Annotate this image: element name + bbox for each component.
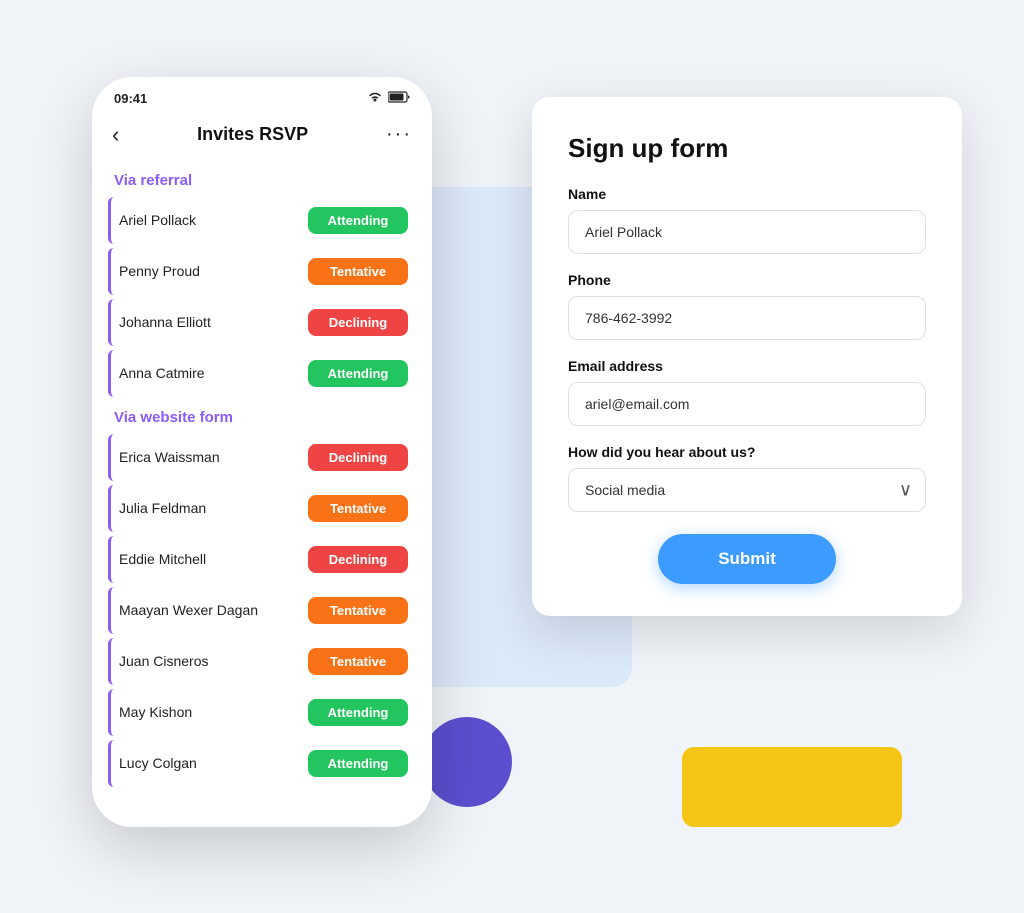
submit-button[interactable]: Submit	[658, 534, 836, 584]
status-badge: Attending	[308, 207, 408, 234]
phone-input[interactable]	[568, 296, 926, 340]
menu-button[interactable]: ···	[386, 123, 412, 146]
status-badge: Tentative	[308, 258, 408, 285]
email-field-group: Email address	[568, 358, 926, 426]
list-item: May Kishon Attending	[108, 689, 416, 736]
phone-header: ‹ Invites RSVP ···	[92, 112, 432, 156]
section-label-referral: Via referral	[114, 172, 416, 189]
status-badge: Tentative	[308, 597, 408, 624]
section-label-website: Via website form	[114, 409, 416, 426]
list-item: Ariel Pollack Attending	[108, 197, 416, 244]
invite-name: May Kishon	[119, 704, 192, 720]
deco-yellow-rect	[682, 747, 902, 827]
list-item: Maayan Wexer Dagan Tentative	[108, 587, 416, 634]
status-badge: Attending	[308, 750, 408, 777]
website-list: Erica Waissman Declining Julia Feldman T…	[108, 434, 416, 787]
status-icons	[367, 91, 410, 106]
list-item: Julia Feldman Tentative	[108, 485, 416, 532]
form-title: Sign up form	[568, 133, 926, 164]
invite-name: Erica Waissman	[119, 449, 220, 465]
phone-label: Phone	[568, 272, 926, 288]
invite-name: Anna Catmire	[119, 365, 205, 381]
phone-content: Via referral Ariel Pollack Attending Pen…	[92, 156, 432, 827]
wifi-icon	[367, 91, 383, 106]
name-field-group: Name	[568, 186, 926, 254]
phone-title: Invites RSVP	[197, 124, 308, 145]
referral-list: Ariel Pollack Attending Penny Proud Tent…	[108, 197, 416, 397]
list-item: Johanna Elliott Declining	[108, 299, 416, 346]
list-item: Penny Proud Tentative	[108, 248, 416, 295]
battery-icon	[388, 91, 410, 106]
invite-name: Eddie Mitchell	[119, 551, 206, 567]
invite-name: Lucy Colgan	[119, 755, 197, 771]
name-label: Name	[568, 186, 926, 202]
name-input[interactable]	[568, 210, 926, 254]
status-bar: 09:41	[92, 77, 432, 112]
invite-name: Penny Proud	[119, 263, 200, 279]
dropdown-wrapper: Social media Friend referral Google Othe…	[568, 468, 926, 512]
status-badge: Attending	[308, 360, 408, 387]
phone-field-group: Phone	[568, 272, 926, 340]
invite-name: Juan Cisneros	[119, 653, 209, 669]
back-button[interactable]: ‹	[112, 122, 119, 148]
invite-name: Julia Feldman	[119, 500, 206, 516]
status-badge: Tentative	[308, 648, 408, 675]
list-item: Eddie Mitchell Declining	[108, 536, 416, 583]
hear-about-select[interactable]: Social media Friend referral Google Othe…	[568, 468, 926, 512]
status-badge: Tentative	[308, 495, 408, 522]
hear-about-label: How did you hear about us?	[568, 444, 926, 460]
invite-name: Ariel Pollack	[119, 212, 196, 228]
status-badge: Attending	[308, 699, 408, 726]
invite-name: Johanna Elliott	[119, 314, 211, 330]
scene: 09:41 ‹ Invites RSVP ··· Via referral Ar…	[62, 47, 962, 867]
email-label: Email address	[568, 358, 926, 374]
deco-purple-circle	[422, 717, 512, 807]
list-item: Juan Cisneros Tentative	[108, 638, 416, 685]
phone-mockup: 09:41 ‹ Invites RSVP ··· Via referral Ar…	[92, 77, 432, 827]
invite-name: Maayan Wexer Dagan	[119, 602, 258, 618]
status-badge: Declining	[308, 546, 408, 573]
list-item: Anna Catmire Attending	[108, 350, 416, 397]
hear-about-field-group: How did you hear about us? Social media …	[568, 444, 926, 512]
email-input[interactable]	[568, 382, 926, 426]
status-time: 09:41	[114, 91, 147, 106]
list-item: Erica Waissman Declining	[108, 434, 416, 481]
signup-form-card: Sign up form Name Phone Email address Ho…	[532, 97, 962, 616]
status-badge: Declining	[308, 444, 408, 471]
status-badge: Declining	[308, 309, 408, 336]
list-item: Lucy Colgan Attending	[108, 740, 416, 787]
